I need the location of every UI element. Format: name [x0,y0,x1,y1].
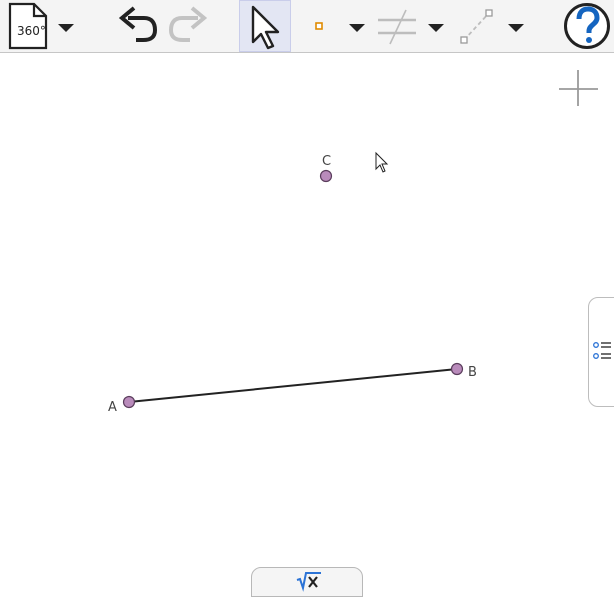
graphics-canvas[interactable]: C B A [0,53,614,592]
crosshair-icon[interactable] [559,70,598,106]
point-c[interactable] [319,169,333,183]
segment-tool-dropdown[interactable] [506,0,526,53]
segment-ab[interactable] [128,368,458,403]
chevron-down-icon [428,24,444,32]
algebra-view-toggle[interactable] [588,297,614,407]
point-tool-button[interactable] [306,0,334,53]
help-icon [564,3,610,49]
mouse-pointer-icon [375,151,389,173]
cursor-arrow-icon [251,5,280,50]
main-toolbar: 360° [0,0,614,53]
file-menu-label: 360° [17,24,46,38]
undo-icon [118,6,158,42]
chevron-down-icon [349,24,365,32]
parallel-tool-button[interactable] [376,0,420,53]
redo-icon [168,6,208,42]
point-icon [315,22,323,30]
point-a[interactable] [122,395,136,409]
chevron-down-icon [508,24,524,32]
help-button[interactable] [562,0,612,53]
point-label-b: B [468,365,477,380]
chevron-down-icon [58,24,74,32]
undo-button[interactable] [114,0,160,53]
parallel-lines-icon [378,9,416,45]
parallel-tool-dropdown[interactable] [426,0,446,53]
point-label-a: A [108,400,117,415]
segment-icon [460,9,493,44]
point-b[interactable] [450,362,464,376]
algebra-view-icon [593,342,611,359]
sqrt-x-icon [296,572,321,592]
redo-button[interactable] [166,0,212,53]
move-tool-button[interactable] [239,0,291,52]
segment-tool-button[interactable] [456,0,496,53]
input-bar-toggle[interactable] [251,567,363,597]
point-tool-dropdown[interactable] [347,0,367,53]
point-label-c: C [322,154,331,169]
file-menu-button[interactable]: 360° [4,0,50,53]
file-menu-dropdown[interactable] [56,0,76,53]
